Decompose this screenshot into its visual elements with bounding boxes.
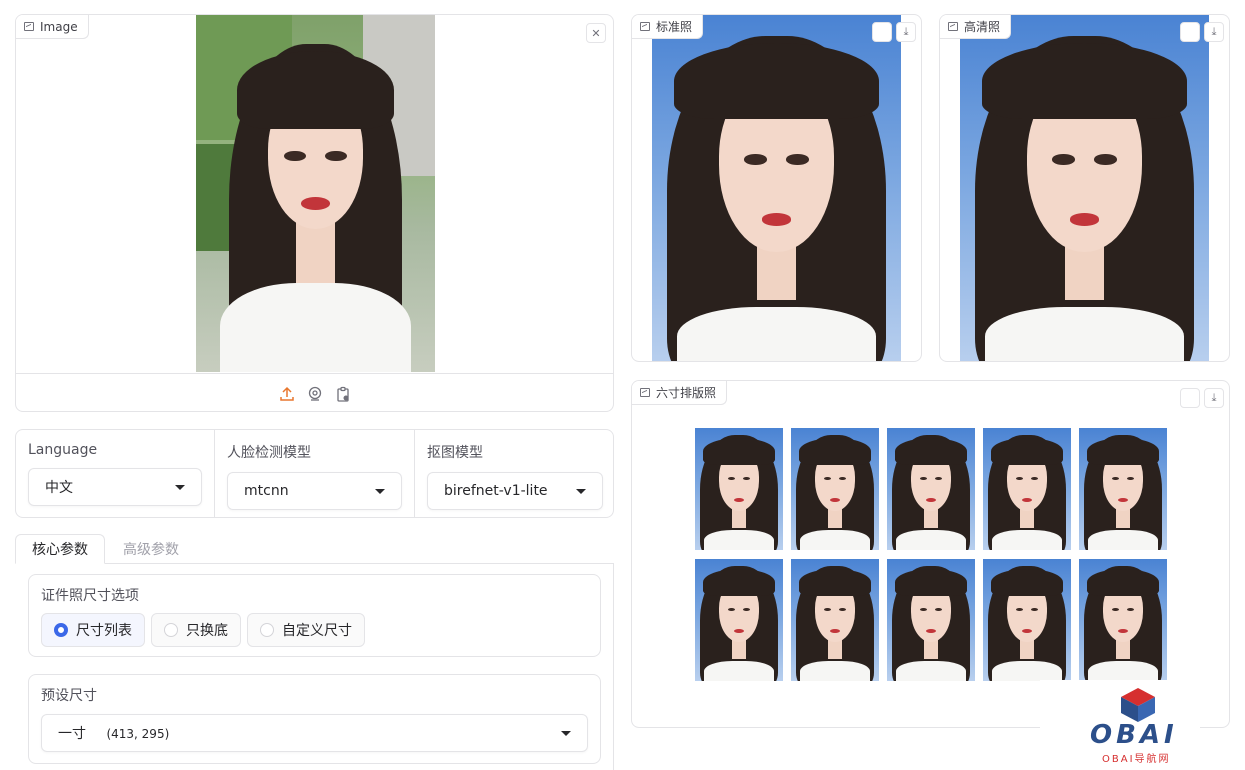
tab-advanced-params[interactable]: 高级参数	[108, 534, 194, 564]
preset-size-select[interactable]: 一寸 (413, 295)	[41, 714, 588, 752]
input-image-label: Image	[16, 15, 89, 39]
obai-brand: OBAI	[1090, 720, 1178, 750]
image-icon	[640, 22, 650, 31]
download-icon: ⤓	[903, 25, 909, 38]
hd-fullscreen-button[interactable]	[1180, 22, 1200, 42]
download-icon: ⤓	[1211, 25, 1217, 38]
face-model-value: mtcnn	[244, 483, 289, 499]
image-source-toolbar	[16, 373, 613, 411]
language-setting: Language 中文	[16, 430, 215, 517]
matting-model-label: 抠图模型	[427, 445, 483, 461]
upload-icon[interactable]	[279, 386, 295, 402]
clear-image-button[interactable]: ✕	[586, 23, 606, 43]
matting-model-value: birefnet-v1-lite	[444, 483, 548, 499]
layout-fullscreen-button[interactable]	[1180, 388, 1200, 408]
radio-indicator	[164, 623, 178, 637]
face-model-label: 人脸检测模型	[227, 445, 311, 461]
image-icon	[640, 388, 650, 397]
layout-thumbnail	[983, 559, 1071, 681]
preset-size-group: 预设尺寸 一寸 (413, 295)	[28, 674, 601, 764]
uploaded-photo[interactable]	[196, 15, 435, 372]
obai-sub: OBAI导航网	[1102, 754, 1171, 765]
layout-thumbnail	[695, 559, 783, 681]
hd-download-button[interactable]: ⤓	[1204, 22, 1224, 42]
download-icon: ⤓	[1211, 391, 1217, 404]
hd-photo-title: 高清照	[964, 20, 1001, 34]
language-label: Language	[28, 442, 98, 458]
chevron-down-icon	[375, 488, 385, 494]
radio-size-list-label: 尺寸列表	[76, 623, 132, 639]
language-value: 中文	[45, 480, 73, 496]
close-icon: ✕	[591, 26, 601, 40]
tab-advanced-params-label: 高级参数	[123, 542, 179, 558]
layout-thumbnail	[983, 428, 1071, 550]
layout-photo-image	[695, 428, 1167, 681]
image-icon	[24, 22, 34, 31]
model-settings-row: Language 中文 人脸检测模型 mtcnn 抠图模型 birefnet-v…	[15, 429, 614, 518]
size-options-radios: 尺寸列表 只换底 自定义尺寸	[41, 613, 588, 647]
face-model-setting: 人脸检测模型 mtcnn	[215, 430, 415, 517]
layout-download-button[interactable]: ⤓	[1204, 388, 1224, 408]
matting-model-setting: 抠图模型 birefnet-v1-lite	[415, 430, 613, 517]
face-model-select[interactable]: mtcnn	[227, 472, 402, 510]
layout-thumbnail	[791, 559, 879, 681]
layout-photo-panel: 六寸排版照 ⤓	[631, 380, 1230, 728]
standard-download-button[interactable]: ⤓	[896, 22, 916, 42]
size-options-label: 证件照尺寸选项	[41, 588, 139, 604]
radio-indicator	[54, 623, 68, 637]
layout-photo-title: 六寸排版照	[656, 386, 717, 400]
standard-fullscreen-button[interactable]	[872, 22, 892, 42]
layout-thumbnail	[1079, 559, 1167, 681]
layout-thumbnail	[791, 428, 879, 550]
input-image-title: Image	[40, 19, 78, 34]
layout-photo-label: 六寸排版照	[632, 381, 728, 405]
webcam-icon[interactable]	[307, 386, 323, 402]
radio-change-bg-only-label: 只换底	[186, 623, 228, 639]
standard-photo-label: 标准照	[632, 15, 704, 39]
preset-size-value: 一寸 (413, 295)	[58, 723, 169, 743]
matting-model-select[interactable]: birefnet-v1-lite	[427, 472, 603, 510]
chevron-down-icon	[576, 488, 586, 494]
chevron-down-icon	[175, 484, 185, 490]
preset-size-name: 一寸	[58, 726, 86, 742]
language-select[interactable]: 中文	[28, 468, 202, 506]
hd-photo-label: 高清照	[940, 15, 1012, 39]
radio-change-bg-only[interactable]: 只换底	[151, 613, 241, 647]
radio-size-list[interactable]: 尺寸列表	[41, 613, 145, 647]
tab-core-params[interactable]: 核心参数	[15, 534, 105, 564]
preset-size-dims: (413, 295)	[106, 727, 170, 741]
chevron-down-icon	[561, 730, 571, 736]
obai-cube-logo	[1121, 688, 1155, 722]
preset-size-label: 预设尺寸	[41, 688, 97, 704]
hd-photo-image	[960, 15, 1209, 361]
obai-watermark: OBAI OBAI导航网	[1040, 680, 1200, 770]
image-icon	[948, 22, 958, 31]
clipboard-icon[interactable]	[335, 386, 351, 402]
size-options-group: 证件照尺寸选项 尺寸列表 只换底 自定义尺寸	[28, 574, 601, 657]
tab-core-params-label: 核心参数	[32, 542, 88, 558]
layout-thumbnail	[695, 428, 783, 550]
radio-custom-size[interactable]: 自定义尺寸	[247, 613, 365, 647]
input-image-panel: Image ✕	[15, 14, 614, 412]
radio-custom-size-label: 自定义尺寸	[282, 623, 352, 639]
layout-thumbnail	[1079, 428, 1167, 550]
standard-photo-title: 标准照	[656, 20, 693, 34]
layout-thumbnail	[887, 428, 975, 550]
standard-photo-panel: 标准照 ⤓	[631, 14, 922, 362]
layout-thumbnail	[887, 559, 975, 681]
hd-photo-panel: 高清照 ⤓	[939, 14, 1230, 362]
radio-indicator	[260, 623, 274, 637]
standard-photo-image	[652, 15, 901, 361]
